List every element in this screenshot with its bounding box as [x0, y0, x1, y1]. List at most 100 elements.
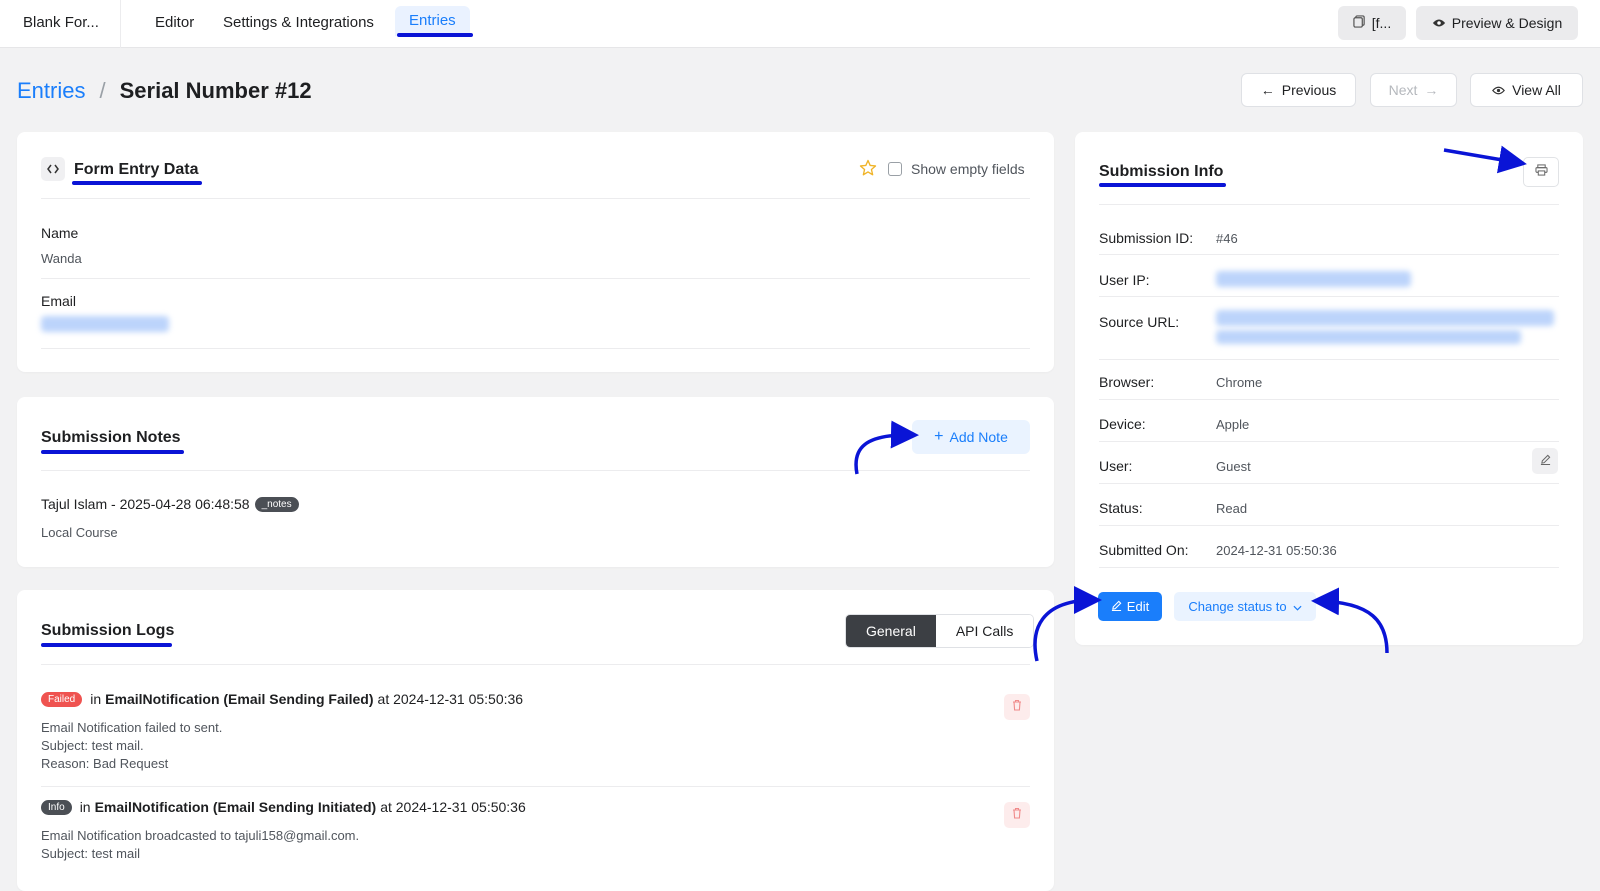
note-item: Tajul Islam - 2025-04-28 06:48:58 _notes [41, 496, 299, 512]
form-entry-title: Form Entry Data [74, 161, 199, 178]
top-bar: Blank For... Editor Settings & Integrati… [0, 0, 1600, 48]
info-value: Chrome [1216, 375, 1263, 390]
divider [120, 0, 121, 48]
submission-notes-title: Submission Notes [41, 429, 181, 446]
chevron-down-icon [1293, 599, 1302, 614]
pencil-icon [1111, 599, 1122, 614]
code-icon [41, 157, 65, 181]
log-header: Failed in EmailNotification (Email Sendi… [41, 691, 523, 707]
divider [1099, 399, 1559, 400]
source-url-redacted [1216, 330, 1521, 344]
edit-label: Edit [1126, 599, 1150, 614]
field-value: Wanda [41, 251, 82, 266]
print-button[interactable] [1523, 157, 1559, 187]
delete-log-button[interactable] [1004, 802, 1030, 828]
annotation-underline [1099, 183, 1226, 187]
shortcode-button[interactable]: [f... [1338, 6, 1406, 40]
pencil-icon [1540, 452, 1551, 470]
delete-log-button[interactable] [1004, 694, 1030, 720]
submission-logs-title: Submission Logs [41, 622, 175, 639]
next-label: Next [1388, 82, 1418, 98]
status-badge: Failed [41, 691, 83, 707]
star-icon[interactable] [859, 159, 877, 182]
divider [41, 348, 1030, 349]
tab-general[interactable]: General [846, 615, 936, 647]
user-ip-redacted [1216, 271, 1411, 287]
log-line: Reason: Bad Request [41, 756, 169, 771]
eye-icon [1432, 15, 1446, 31]
divider [1099, 567, 1559, 568]
edit-button[interactable]: Edit [1098, 592, 1162, 621]
copy-icon [1353, 15, 1366, 31]
printer-icon [1534, 163, 1548, 181]
status-badge: Info [41, 799, 72, 815]
show-empty-label: Show empty fields [911, 161, 1025, 177]
page-title: Serial Number #12 [119, 78, 312, 103]
divider [1099, 525, 1559, 526]
log-line: Email Notification broadcasted to tajuli… [41, 828, 360, 843]
info-label: Submitted On: [1099, 542, 1189, 558]
add-note-button[interactable]: + Add Note [912, 420, 1030, 454]
shortcode-label: [f... [1371, 15, 1392, 31]
note-tag: _notes [254, 496, 299, 512]
edit-user-button[interactable] [1532, 448, 1558, 474]
field-label: Email [41, 293, 77, 309]
tab-api-calls[interactable]: API Calls [935, 615, 1034, 647]
note-text: Local Course [41, 525, 118, 540]
eye-icon [1492, 82, 1506, 98]
submission-info-card: Submission Info Submission ID: #46 User … [1075, 132, 1583, 645]
source-url-redacted [1216, 310, 1554, 326]
arrow-right-icon: → [1424, 82, 1439, 98]
trash-icon [1012, 698, 1022, 716]
info-label: Browser: [1099, 374, 1155, 390]
annotation-underline [72, 181, 202, 185]
log-event: EmailNotification (Email Sending Initiat… [94, 799, 377, 815]
log-header: Info in EmailNotification (Email Sending… [41, 799, 526, 815]
note-author-time: Tajul Islam - 2025-04-28 06:48:58 [41, 496, 250, 512]
info-label: Status: [1099, 500, 1143, 516]
divider [1099, 296, 1559, 297]
show-empty-checkbox[interactable] [888, 162, 902, 176]
divider [41, 664, 1030, 665]
email-value-redacted [41, 316, 169, 332]
nav-entries[interactable]: Entries [395, 6, 470, 36]
log-time: at 2024-12-31 05:50:36 [380, 799, 526, 815]
info-label: Device: [1099, 416, 1146, 432]
field-label: Name [41, 225, 79, 241]
breadcrumb-entries-link[interactable]: Entries [17, 78, 85, 104]
annotation-underline [397, 33, 473, 37]
annotation-underline [41, 643, 172, 647]
nav-editor[interactable]: Editor [155, 14, 194, 31]
form-name[interactable]: Blank For... [23, 14, 99, 31]
info-label: Submission ID: [1099, 230, 1194, 246]
view-all-button[interactable]: View All [1470, 73, 1583, 107]
divider [1099, 359, 1559, 360]
add-note-label: Add Note [949, 429, 1008, 445]
info-value: Guest [1216, 459, 1251, 474]
divider [41, 786, 1030, 787]
info-value: 2024-12-31 05:50:36 [1216, 543, 1337, 558]
info-label: User: [1099, 458, 1133, 474]
log-line: Subject: test mail [41, 846, 140, 861]
view-all-label: View All [1512, 82, 1561, 98]
submission-notes-card: Submission Notes Tajul Islam - 2025-04-2… [17, 397, 1054, 567]
log-line: Subject: test mail. [41, 738, 144, 753]
nav-settings-integrations[interactable]: Settings & Integrations [223, 14, 374, 31]
divider [41, 198, 1030, 199]
trash-icon [1012, 806, 1022, 824]
log-prefix: in [90, 691, 102, 707]
divider [41, 470, 1030, 471]
change-status-label: Change status to [1188, 599, 1287, 614]
annotation-underline [41, 450, 184, 454]
info-label: User IP: [1099, 272, 1150, 288]
preview-design-button[interactable]: Preview & Design [1416, 6, 1578, 40]
info-value: #46 [1216, 231, 1238, 246]
previous-button[interactable]: ← Previous [1241, 73, 1356, 107]
next-button[interactable]: Next → [1370, 73, 1457, 107]
info-value: Apple [1216, 417, 1250, 432]
divider [1099, 441, 1559, 442]
log-time: at 2024-12-31 05:50:36 [377, 691, 524, 707]
change-status-dropdown[interactable]: Change status to [1174, 592, 1316, 621]
log-line: Email Notification failed to sent. [41, 720, 223, 735]
divider [41, 278, 1030, 279]
